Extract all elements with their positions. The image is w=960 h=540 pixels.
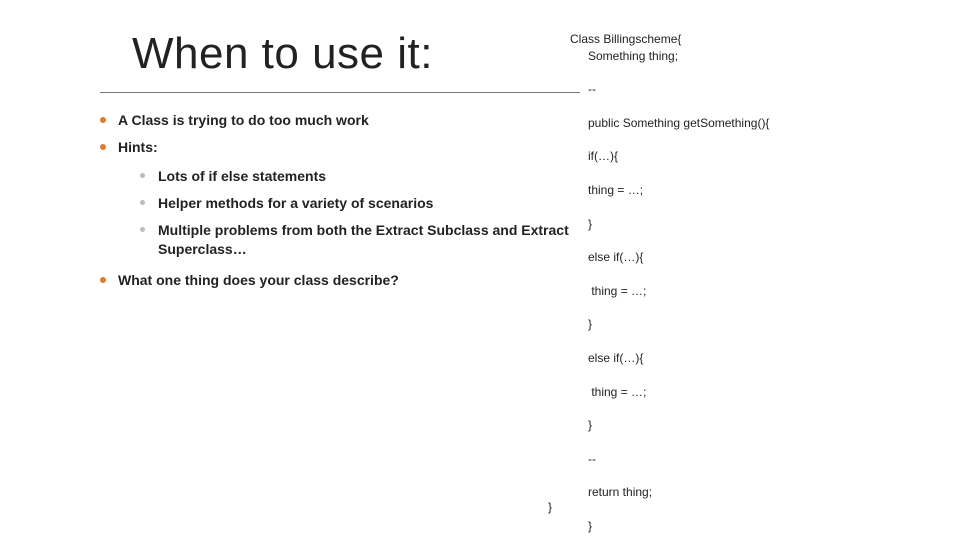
bullet-list: A Class is trying to do too much work Hi…: [100, 107, 580, 293]
code-line: }: [570, 417, 940, 434]
bullet-text: Hints:: [118, 139, 158, 155]
code-line: else if(…){: [570, 350, 940, 367]
code-line: thing = …;: [570, 384, 940, 401]
code-line: }: [570, 518, 940, 535]
slide: When to use it: A Class is trying to do …: [0, 0, 960, 540]
code-line: }: [570, 316, 940, 333]
code-line: --: [570, 451, 940, 468]
code-line: }: [570, 216, 940, 233]
code-column: Class Billingscheme{ Something thing; --…: [570, 14, 940, 540]
left-column: When to use it: A Class is trying to do …: [0, 30, 600, 294]
sub-bullet-list: Lots of if else statements Helper method…: [118, 163, 580, 263]
code-line: thing = …;: [570, 283, 940, 300]
code-line: public Something getSomething(){: [570, 115, 940, 132]
code-line: return thing;: [570, 484, 940, 501]
sub-bullet-item: Lots of if else statements: [140, 163, 580, 190]
code-line: thing = …;: [570, 182, 940, 199]
code-line: Something thing;: [570, 48, 940, 65]
title-underline: [100, 92, 580, 93]
bullet-item: A Class is trying to do too much work: [100, 107, 580, 134]
bullet-item: Hints: Lots of if else statements Helper…: [100, 134, 580, 266]
code-closing-brace: }: [548, 500, 552, 514]
code-block: Class Billingscheme{ Something thing; --…: [570, 14, 940, 540]
title-wrap: When to use it:: [100, 30, 580, 86]
code-line: Class Billingscheme{: [570, 32, 681, 46]
sub-bullet-item: Multiple problems from both the Extract …: [140, 217, 580, 263]
sub-bullet-item: Helper methods for a variety of scenario…: [140, 190, 580, 217]
code-line: else if(…){: [570, 249, 940, 266]
bullet-item: What one thing does your class describe?: [100, 267, 580, 294]
code-line: --: [570, 81, 940, 98]
code-line: if(…){: [570, 148, 940, 165]
slide-title: When to use it:: [132, 30, 580, 78]
